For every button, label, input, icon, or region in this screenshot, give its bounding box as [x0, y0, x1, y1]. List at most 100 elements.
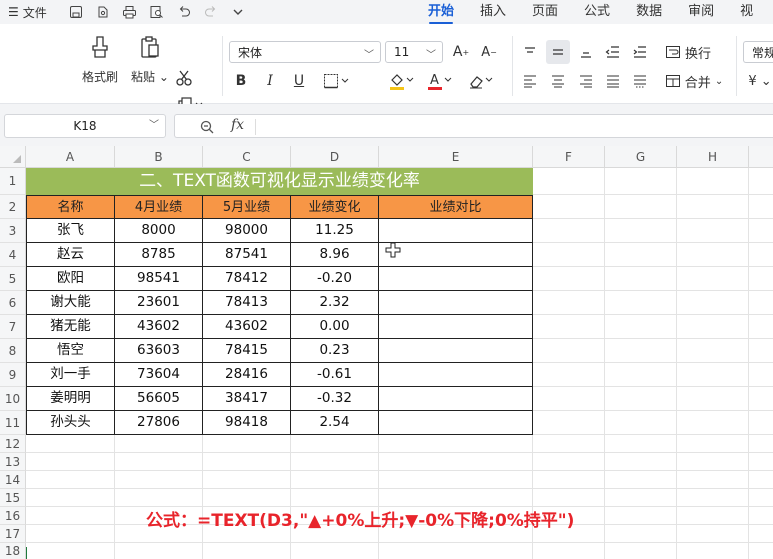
- align-middle-icon[interactable]: [546, 40, 570, 64]
- cell-compare[interactable]: [379, 243, 533, 267]
- align-bottom-icon[interactable]: [577, 44, 595, 60]
- font-name-select[interactable]: 宋体 ﹀: [229, 41, 381, 63]
- cut-icon[interactable]: [174, 68, 194, 88]
- indent-decrease-icon[interactable]: [604, 44, 622, 60]
- cell-april[interactable]: 73604: [115, 363, 203, 387]
- row-header-11[interactable]: 11: [0, 411, 26, 435]
- cell-change[interactable]: 8.96: [291, 243, 379, 267]
- column-header-h[interactable]: H: [677, 146, 749, 168]
- cell-april[interactable]: 23601: [115, 291, 203, 315]
- row-header-14[interactable]: 14: [0, 471, 26, 489]
- cell-name[interactable]: 猪无能: [26, 315, 115, 339]
- tab-insert[interactable]: 插入: [467, 0, 519, 24]
- cell-name[interactable]: 赵云: [26, 243, 115, 267]
- header-cell-may[interactable]: 5月业绩: [203, 195, 291, 219]
- cell-may[interactable]: 43602: [203, 315, 291, 339]
- justify-icon[interactable]: [604, 73, 622, 89]
- align-right-icon[interactable]: [577, 73, 595, 89]
- cell-may[interactable]: 78412: [203, 267, 291, 291]
- cell-compare[interactable]: [379, 315, 533, 339]
- cell-april[interactable]: 8785: [115, 243, 203, 267]
- cell-name[interactable]: 孙头头: [26, 411, 115, 435]
- column-header-c[interactable]: C: [203, 146, 291, 168]
- font-color-icon[interactable]: A: [425, 70, 455, 92]
- formula-input[interactable]: fx: [174, 114, 773, 138]
- row-header-9[interactable]: 9: [0, 363, 26, 387]
- header-cell-compare[interactable]: 业绩对比: [379, 195, 533, 219]
- currency-format-icon[interactable]: ¥ ⌄: [748, 72, 772, 90]
- merge-button[interactable]: 合并 ⌄: [664, 71, 724, 91]
- tab-data[interactable]: 数据: [623, 0, 675, 24]
- select-all-corner[interactable]: [0, 146, 26, 168]
- cell-change[interactable]: 0.23: [291, 339, 379, 363]
- column-header-e[interactable]: E: [379, 146, 533, 168]
- cell-may[interactable]: 98000: [203, 219, 291, 243]
- file-menu[interactable]: ☰ 文件: [0, 4, 62, 21]
- format-painter-button[interactable]: 格式刷: [82, 34, 118, 85]
- row-header-4[interactable]: 4: [0, 243, 26, 267]
- tab-home[interactable]: 开始: [415, 0, 467, 24]
- row-header-1[interactable]: 1: [0, 168, 26, 195]
- tab-view[interactable]: 视: [727, 0, 766, 24]
- column-header-b[interactable]: B: [115, 146, 203, 168]
- row-header-8[interactable]: 8: [0, 339, 26, 363]
- cell-april[interactable]: 98541: [115, 267, 203, 291]
- column-header-d[interactable]: D: [291, 146, 379, 168]
- cell-change[interactable]: 0.00: [291, 315, 379, 339]
- row-header-7[interactable]: 7: [0, 315, 26, 339]
- cell-compare[interactable]: [379, 363, 533, 387]
- cell-name[interactable]: 悟空: [26, 339, 115, 363]
- cell-change[interactable]: -0.61: [291, 363, 379, 387]
- cell-compare[interactable]: [379, 267, 533, 291]
- cell-name[interactable]: 刘一手: [26, 363, 115, 387]
- tab-formula[interactable]: 公式: [571, 0, 623, 24]
- tab-review[interactable]: 审阅: [675, 0, 727, 24]
- fill-color-icon[interactable]: [387, 70, 417, 92]
- cell-compare[interactable]: [379, 387, 533, 411]
- cell-april[interactable]: 43602: [115, 315, 203, 339]
- clear-format-icon[interactable]: [466, 70, 496, 92]
- cell-may[interactable]: 87541: [203, 243, 291, 267]
- cell-compare[interactable]: [379, 411, 533, 435]
- bold-icon[interactable]: B: [233, 72, 249, 90]
- save-icon[interactable]: [68, 5, 83, 20]
- row-header-12[interactable]: 12: [0, 435, 26, 453]
- font-size-select[interactable]: 11 ﹀: [385, 41, 443, 63]
- header-cell-name[interactable]: 名称: [26, 195, 115, 219]
- italic-icon[interactable]: I: [262, 72, 278, 90]
- cell-name[interactable]: 姜明明: [26, 387, 115, 411]
- cell-compare[interactable]: [379, 219, 533, 243]
- redo-icon[interactable]: [203, 5, 218, 20]
- cell-april[interactable]: 56605: [115, 387, 203, 411]
- header-cell-change[interactable]: 业绩变化: [291, 195, 379, 219]
- underline-icon[interactable]: U: [291, 72, 307, 90]
- row-header-18[interactable]: 18: [0, 543, 26, 559]
- row-header-5[interactable]: 5: [0, 267, 26, 291]
- cell-compare[interactable]: [379, 339, 533, 363]
- column-header-a[interactable]: A: [26, 146, 115, 168]
- align-top-icon[interactable]: [521, 44, 539, 60]
- cell-may[interactable]: 78415: [203, 339, 291, 363]
- decrease-font-icon[interactable]: A −: [480, 42, 498, 62]
- align-left-icon[interactable]: [521, 73, 539, 89]
- chevron-down-icon[interactable]: [230, 5, 245, 20]
- fx-icon[interactable]: fx: [231, 117, 244, 133]
- row-header-17[interactable]: 17: [0, 525, 26, 543]
- column-header-g[interactable]: G: [605, 146, 677, 168]
- wrap-text-button[interactable]: 换行: [664, 42, 712, 62]
- row-header-15[interactable]: 15: [0, 489, 26, 507]
- paste-button[interactable]: 粘贴 ⌄: [131, 34, 169, 85]
- tab-page[interactable]: 页面: [519, 0, 571, 24]
- cell-april[interactable]: 27806: [115, 411, 203, 435]
- cell-change[interactable]: 11.25: [291, 219, 379, 243]
- row-header-6[interactable]: 6: [0, 291, 26, 315]
- increase-font-icon[interactable]: A +: [452, 42, 470, 62]
- cell-name[interactable]: 谢大能: [26, 291, 115, 315]
- cell-name[interactable]: 欧阳: [26, 267, 115, 291]
- indent-increase-icon[interactable]: [631, 44, 649, 60]
- row-header-3[interactable]: 3: [0, 219, 26, 243]
- row-header-10[interactable]: 10: [0, 387, 26, 411]
- table-title-cell[interactable]: 二、TEXT函数可视化显示业绩变化率: [26, 168, 533, 195]
- cell-change[interactable]: 2.32: [291, 291, 379, 315]
- cell-april[interactable]: 8000: [115, 219, 203, 243]
